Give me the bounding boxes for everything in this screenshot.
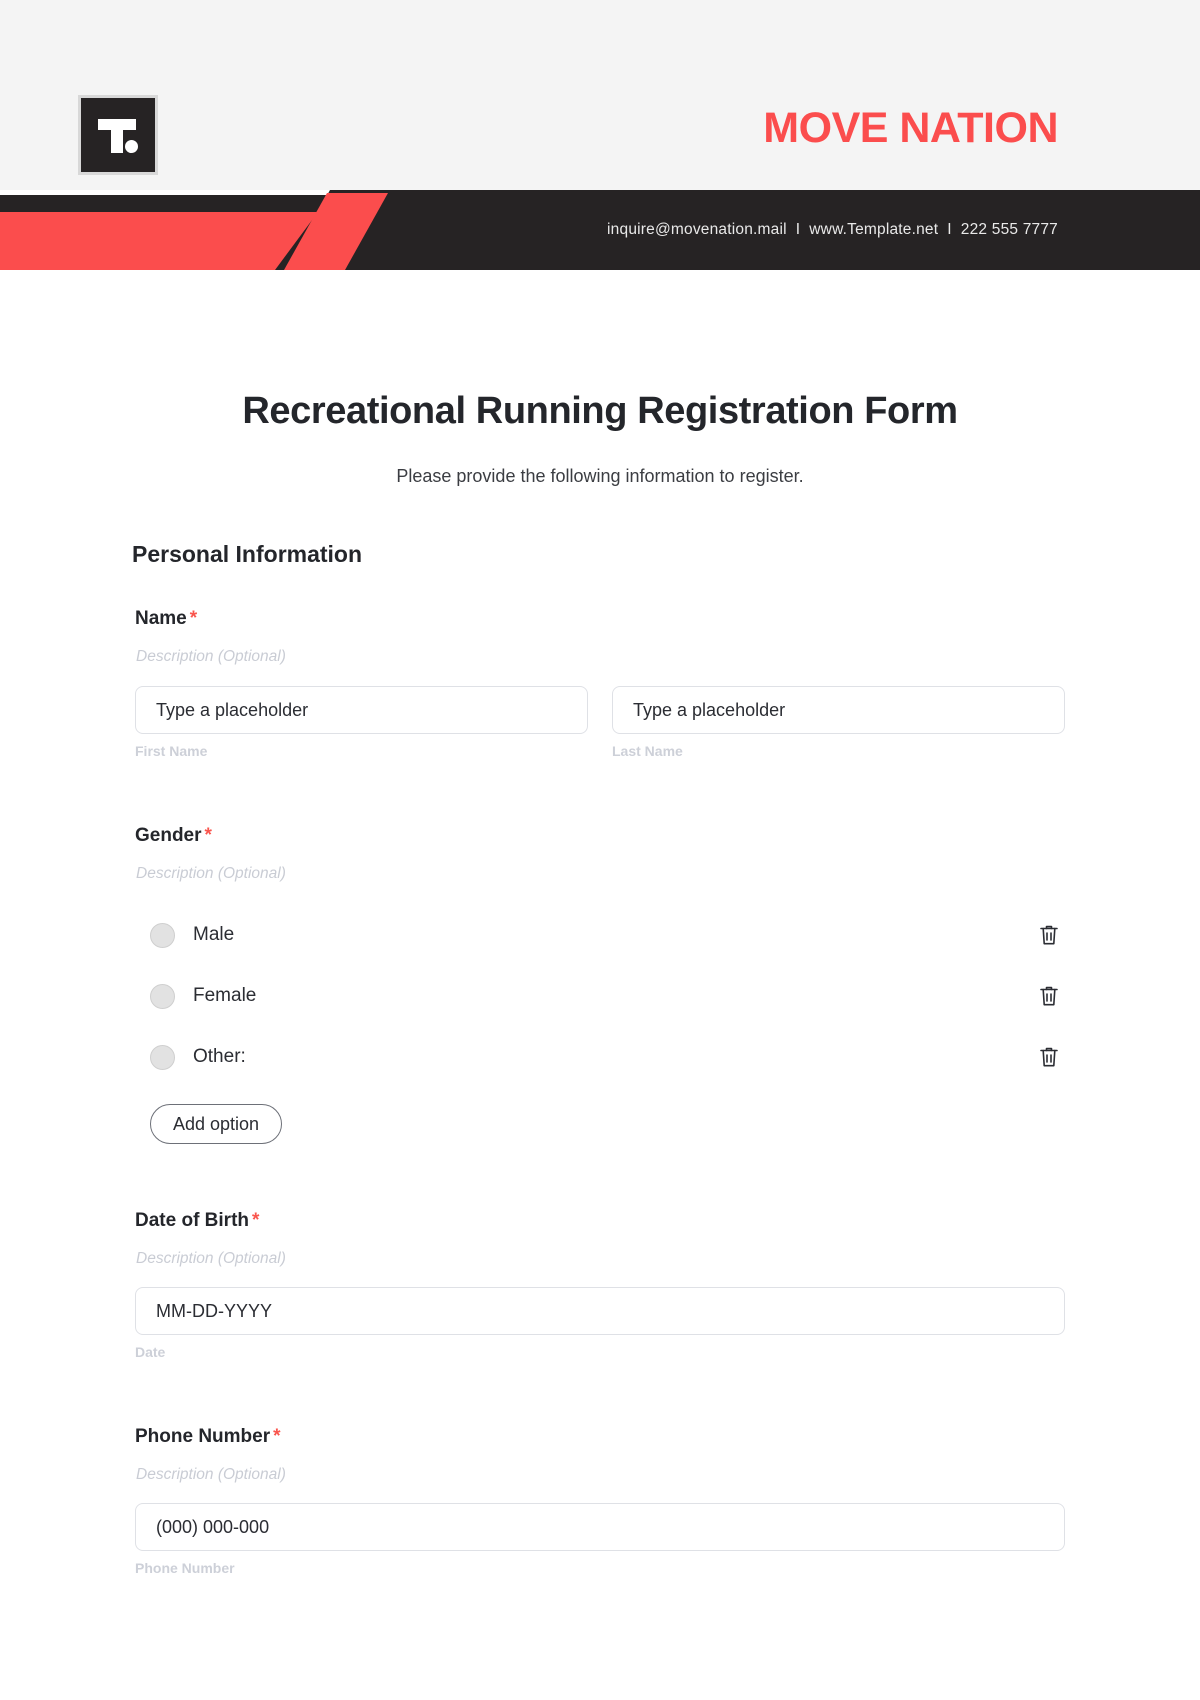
required-asterisk: * — [204, 825, 212, 846]
required-asterisk: * — [273, 1426, 281, 1447]
last-name-input[interactable]: Type a placeholder — [612, 686, 1065, 734]
banner-shape — [0, 190, 1200, 270]
section-heading-personal-information: Personal Information — [132, 541, 363, 567]
field-phone-input-wrap: (000) 000-000 Phone Number — [135, 1503, 1065, 1576]
field-gender: Gender * Description (Optional) Male Fem… — [0, 825, 1200, 1144]
page-title: Recreational Running Registration Form — [242, 390, 958, 432]
required-asterisk: * — [252, 1210, 260, 1231]
trash-icon[interactable] — [1038, 923, 1060, 947]
first-name-sublabel: First Name — [135, 743, 208, 759]
header-banner — [0, 190, 1200, 270]
template-t-icon — [95, 112, 141, 158]
first-name-input[interactable]: Type a placeholder — [135, 686, 588, 734]
field-phone-description: Description (Optional) — [136, 1466, 286, 1483]
gender-option-male[interactable]: Male — [150, 913, 1065, 957]
field-gender-label: Gender * — [135, 825, 1200, 847]
page-subtitle: Please provide the following information… — [396, 466, 804, 486]
gender-option-female[interactable]: Female — [150, 974, 1065, 1018]
field-phone-number: Phone Number * Description (Optional) (00… — [0, 1426, 1200, 1576]
form-fields: Name * Description (Optional) Type a plac… — [0, 608, 1200, 1576]
field-date-of-birth: Date of Birth * Description (Optional) MM… — [0, 1210, 1200, 1360]
field-name-inputs: Type a placeholder First Name Type a pla… — [135, 686, 1065, 759]
field-name-label-text: Name — [135, 608, 187, 629]
field-gender-label-text: Gender — [135, 825, 202, 846]
field-dob-input-wrap: MM-DD-YYYY Date — [135, 1287, 1065, 1360]
gender-option-female-label: Female — [193, 985, 257, 1006]
trash-icon[interactable] — [1038, 1045, 1060, 1069]
field-name-description: Description (Optional) — [136, 648, 286, 665]
field-name: Name * Description (Optional) Type a plac… — [0, 608, 1200, 759]
date-of-birth-input[interactable]: MM-DD-YYYY — [135, 1287, 1065, 1335]
page-root: MOVE NATION inquire@movenation.mail I ww… — [0, 0, 1200, 1700]
last-name-sublabel: Last Name — [612, 743, 683, 759]
gender-option-male-label: Male — [193, 924, 235, 945]
field-phone-label: Phone Number * — [135, 1426, 1200, 1448]
field-gender-description: Description (Optional) — [136, 865, 286, 882]
date-of-birth-sublabel: Date — [135, 1344, 166, 1360]
phone-number-input[interactable]: (000) 000-000 — [135, 1503, 1065, 1551]
field-dob-label-text: Date of Birth — [135, 1210, 249, 1231]
gender-option-other[interactable]: Other: — [150, 1035, 1065, 1079]
brand-name: MOVE NATION — [763, 104, 1058, 152]
gender-options: Male Female Other: Add option — [150, 913, 1065, 1144]
trash-icon[interactable] — [1038, 984, 1060, 1008]
field-dob-label: Date of Birth * — [135, 1210, 1200, 1232]
gender-option-other-label: Other: — [193, 1046, 246, 1067]
required-asterisk: * — [189, 608, 198, 629]
add-option-button[interactable]: Add option — [150, 1104, 283, 1144]
field-dob-description: Description (Optional) — [136, 1250, 286, 1267]
radio-icon[interactable] — [150, 922, 175, 948]
page-header: MOVE NATION — [0, 0, 1200, 190]
radio-icon[interactable] — [150, 983, 175, 1009]
radio-icon[interactable] — [150, 1044, 175, 1070]
logo — [78, 95, 158, 175]
field-phone-label-text: Phone Number — [135, 1426, 271, 1447]
field-name-label: Name * — [135, 608, 1200, 630]
phone-number-sublabel: Phone Number — [135, 1560, 235, 1576]
